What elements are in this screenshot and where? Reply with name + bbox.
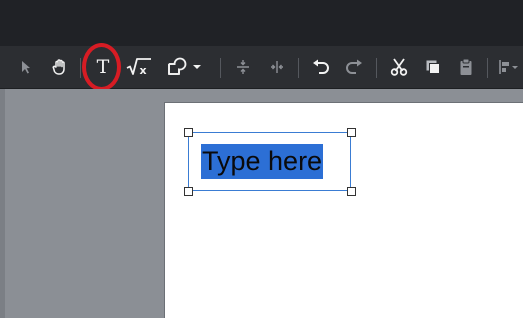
resize-handle-top-left[interactable] bbox=[184, 128, 193, 137]
text-tool-button[interactable]: T bbox=[90, 54, 116, 80]
resize-handle-top-right[interactable] bbox=[347, 128, 356, 137]
align-button[interactable] bbox=[496, 54, 522, 80]
window-titlebar bbox=[0, 0, 523, 46]
distribute-vertical-icon bbox=[237, 60, 249, 74]
paste-button[interactable] bbox=[453, 54, 479, 80]
select-tool-button[interactable] bbox=[13, 54, 39, 80]
toolbar-separator bbox=[298, 58, 299, 78]
copy-button[interactable] bbox=[420, 54, 446, 80]
sqrt-x-icon: x bbox=[126, 58, 151, 77]
cut-button[interactable] bbox=[386, 54, 412, 80]
redo-icon bbox=[346, 59, 362, 74]
undo-button[interactable] bbox=[308, 54, 334, 80]
equation-tool-button[interactable]: x bbox=[124, 54, 154, 80]
shapes-tool-button[interactable] bbox=[162, 54, 206, 80]
resize-handle-bottom-right[interactable] bbox=[347, 187, 356, 196]
toolbar-separator bbox=[376, 58, 377, 78]
shapes-icon bbox=[167, 57, 186, 75]
scissors-icon bbox=[390, 58, 408, 76]
pan-tool-button[interactable] bbox=[47, 54, 73, 80]
undo-icon bbox=[313, 59, 329, 74]
toolbar-separator bbox=[220, 58, 221, 78]
align-icon bbox=[499, 60, 518, 74]
arrow-cursor-icon bbox=[22, 61, 30, 74]
hand-icon bbox=[52, 59, 65, 75]
redo-button[interactable] bbox=[341, 54, 367, 80]
workspace-left-edge bbox=[0, 89, 5, 318]
toolbar-separator bbox=[487, 58, 488, 78]
svg-text:x: x bbox=[140, 64, 147, 77]
text-box-content[interactable]: Type here bbox=[201, 144, 324, 179]
clipboard-icon bbox=[460, 58, 472, 75]
distribute-vertical-button[interactable] bbox=[230, 54, 256, 80]
toolbar-separator bbox=[80, 58, 81, 78]
chevron-down-icon bbox=[192, 65, 201, 69]
distribute-horizontal-icon bbox=[271, 61, 283, 73]
copy-icon bbox=[426, 60, 440, 74]
text-icon: T bbox=[96, 55, 110, 78]
distribute-horizontal-button[interactable] bbox=[264, 54, 290, 80]
toolbar: T x bbox=[0, 46, 523, 89]
resize-handle-bottom-left[interactable] bbox=[184, 187, 193, 196]
